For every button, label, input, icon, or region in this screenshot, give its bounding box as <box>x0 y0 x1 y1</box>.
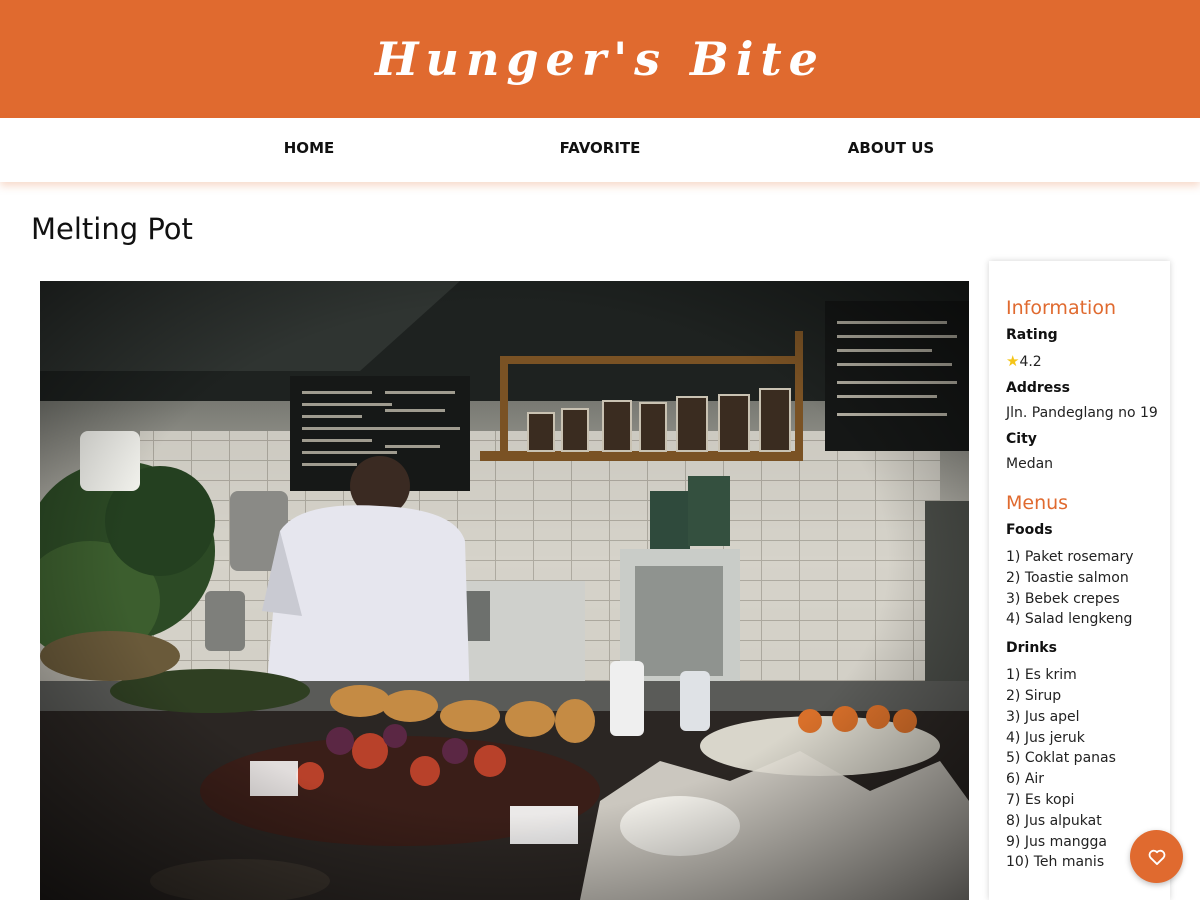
brand-title: Hunger's Bite <box>375 32 825 86</box>
address-label: Address <box>1006 380 1070 396</box>
drinks-label: Drinks <box>1006 640 1057 657</box>
information-heading: Information <box>1006 297 1116 319</box>
menus-heading: Menus <box>1006 492 1069 514</box>
main-nav: HOME FAVORITE ABOUT US <box>0 118 1200 182</box>
nav-favorite[interactable]: FAVORITE <box>560 118 641 178</box>
rating-label: Rating <box>1006 327 1058 343</box>
rating-value: 4.2 <box>1019 354 1042 370</box>
nav-home[interactable]: HOME <box>284 118 334 178</box>
drink-item: 1) Es krim <box>1006 667 1077 684</box>
foods-label: Foods <box>1006 522 1053 538</box>
drink-item: 2) Sirup <box>1006 687 1062 704</box>
drink-item: 5) Coklat panas <box>1006 750 1116 767</box>
restaurant-photo <box>40 281 969 900</box>
drink-item: 7) Es kopi <box>1006 791 1075 808</box>
city-value: Medan <box>1006 456 1054 472</box>
drink-item: 3) Jus apel <box>1006 708 1080 725</box>
drink-item: 6) Air <box>1006 771 1045 788</box>
nav-about-us[interactable]: ABOUT US <box>848 118 934 178</box>
brand-header: Hunger's Bite <box>0 0 1200 118</box>
heart-icon <box>1148 849 1165 865</box>
info-panel: Information Rating ★4.2 Address Jln. Pan… <box>989 261 1170 900</box>
food-item: 2) Toastie salmon <box>1006 569 1129 586</box>
food-item: 3) Bebek crepes <box>1006 590 1120 607</box>
foods-list: 1) Paket rosemary 2) Toastie salmon 3) B… <box>1006 547 1170 630</box>
restaurant-name: Melting Pot <box>31 212 193 246</box>
address-value: Jln. Pandeglang no 19 <box>1006 405 1158 421</box>
star-icon: ★ <box>1006 352 1020 370</box>
rating-value-row: ★4.2 <box>1006 352 1170 370</box>
food-item: 4) Salad lengkeng <box>1006 611 1133 628</box>
drink-item: 8) Jus alpukat <box>1006 812 1102 829</box>
food-item: 1) Paket rosemary <box>1006 549 1134 565</box>
city-label: City <box>1006 431 1037 447</box>
favorite-button[interactable] <box>1130 830 1183 883</box>
drink-item: 4) Jus jeruk <box>1006 729 1085 746</box>
